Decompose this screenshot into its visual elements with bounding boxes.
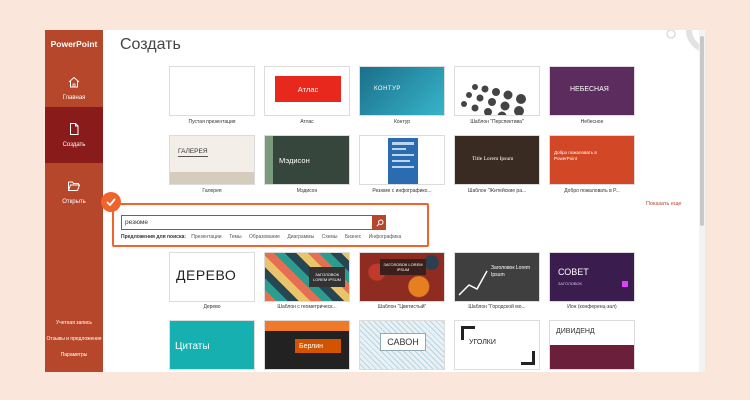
suggestion-link[interactable]: Диаграммы [287,234,314,240]
powerpoint-window: PowerPoint Главная Создать Открыть Учетн… [45,30,705,372]
template-search-panel: Предложения для поиска: Презентации Темы… [112,203,429,247]
sidebar-item-label: Главная [62,95,86,101]
template-title: Берлин [295,339,341,353]
template-label: Дерево [203,304,221,310]
template-dividend[interactable]: ДИВИДЕНД [549,320,635,370]
template-madison[interactable]: Мэдисон [264,135,350,185]
template-title: ГАЛЕРЕЯ [178,148,208,157]
app-name: PowerPoint [50,39,98,49]
template-label: Мэдисон [296,188,318,194]
template-label: Шаблон "Цветистый" [377,304,427,310]
sidebar-item-label: Создать [62,142,86,148]
main-content: Создать Пустая презентация Атлас Атлас К… [103,30,705,372]
page-title: Создать [120,36,181,53]
template-geometric[interactable]: ЗАГОЛОВОК LOREM IPSUM [264,252,350,302]
scrollbar-thumb[interactable] [700,36,704,226]
template-berlin[interactable]: Берлин [264,320,350,370]
template-title: Добро пожаловать в PowerPoint [554,150,597,161]
check-icon [106,198,116,206]
suggestion-link[interactable]: Темы [229,234,242,240]
template-gallery[interactable]: ГАЛЕРЕЯ [169,135,255,185]
feedback-link[interactable]: Отзывы и предложения [45,336,103,342]
template-title: КОНТУР [374,86,401,92]
template-label: Добро пожаловать в Р... [564,188,620,194]
template-savon[interactable]: САВОН [359,320,445,370]
template-label: Резюме с инфографико... [372,188,432,194]
template-label: Шаблон "Житейские ра... [467,188,527,194]
template-title: ДИВИДЕНД [556,328,595,335]
template-title: Цитаты [175,341,210,352]
template-ion-boardroom[interactable]: СОВЕТ ЗАГОЛОВОК [549,252,635,302]
sphere-grid-graphic [461,84,526,115]
sidebar: PowerPoint Главная Создать Открыть Учетн… [45,30,103,372]
home-icon [68,76,80,88]
template-label: Небесное [580,119,604,125]
search-suggestions: Предложения для поиска: Презентации Темы… [121,234,407,240]
template-title: УГОЛКИ [469,339,496,346]
template-blank[interactable] [169,66,255,116]
search-button[interactable] [373,215,386,230]
template-title: Заголовок Lorem Ipsum [491,265,531,278]
template-label: Галерея [202,188,222,194]
template-title: ЗАГОЛОВОК LOREM IPSUM [309,267,345,287]
template-title: Title Lorem Ipsum [472,156,514,162]
template-label: Шаблон с геометрическ... [277,304,337,310]
sidebar-item-create[interactable]: Создать [45,107,103,163]
template-city[interactable]: Заголовок Lorem Ipsum [454,252,540,302]
new-file-icon [70,123,79,135]
search-icon [375,218,384,227]
show-more-link[interactable]: Показать еще [646,201,682,207]
suggestion-link[interactable]: Схемы [322,234,338,240]
sidebar-item-label: Открыть [62,199,86,205]
account-link[interactable]: Учетная запись [45,320,103,326]
folder-open-icon [68,181,81,191]
sidebar-item-open[interactable]: Открыть [45,164,103,220]
template-subtitle: ЗАГОЛОВОК [558,281,582,286]
template-title: Атлас [275,76,341,102]
template-label: Атлас [300,119,314,125]
template-heavenly[interactable]: НЕБЕСНАЯ [549,66,635,116]
vertical-scrollbar[interactable] [699,30,705,372]
template-title: НЕБЕСНАЯ [570,86,609,93]
template-perspective[interactable] [454,66,540,116]
suggestion-link[interactable]: Инфографика [369,234,402,240]
template-floral[interactable]: ЗАГОЛОВОК LOREM IPSUM [359,252,445,302]
template-title: Мэдисон [279,156,310,165]
template-title: САВОН [380,333,426,351]
template-contour[interactable]: КОНТУР [359,66,445,116]
options-link[interactable]: Параметры [45,352,103,358]
suggestion-link[interactable]: Бизнес [345,234,361,240]
template-label: Контур [393,119,411,125]
template-corners[interactable]: УГОЛКИ [454,320,540,370]
template-atlas[interactable]: Атлас [264,66,350,116]
template-label: Ион (конференц-зал) [567,304,617,310]
suggestion-link[interactable]: Образование [249,234,280,240]
template-resume-infographic[interactable] [359,135,445,185]
template-title: ДЕРЕВО [176,267,237,283]
template-title: СОВЕТ [558,267,589,277]
suggestion-link[interactable]: Презентации [191,234,221,240]
template-title: ЗАГОЛОВОК LOREM IPSUM [380,259,426,275]
template-label: Шаблон "Перспектива" [470,119,524,125]
template-welcome[interactable]: Добро пожаловать в PowerPoint [549,135,635,185]
template-quotes[interactable]: Цитаты [169,320,255,370]
template-label: Пустая презентация [188,119,236,125]
template-everyday[interactable]: Title Lorem Ipsum [454,135,540,185]
suggestions-label: Предложения для поиска: [121,234,186,240]
highlight-badge [101,192,121,212]
template-label: Шаблон "Городской мо... [468,304,526,310]
search-input[interactable] [121,215,373,230]
template-tree[interactable]: ДЕРЕВО [169,252,255,302]
